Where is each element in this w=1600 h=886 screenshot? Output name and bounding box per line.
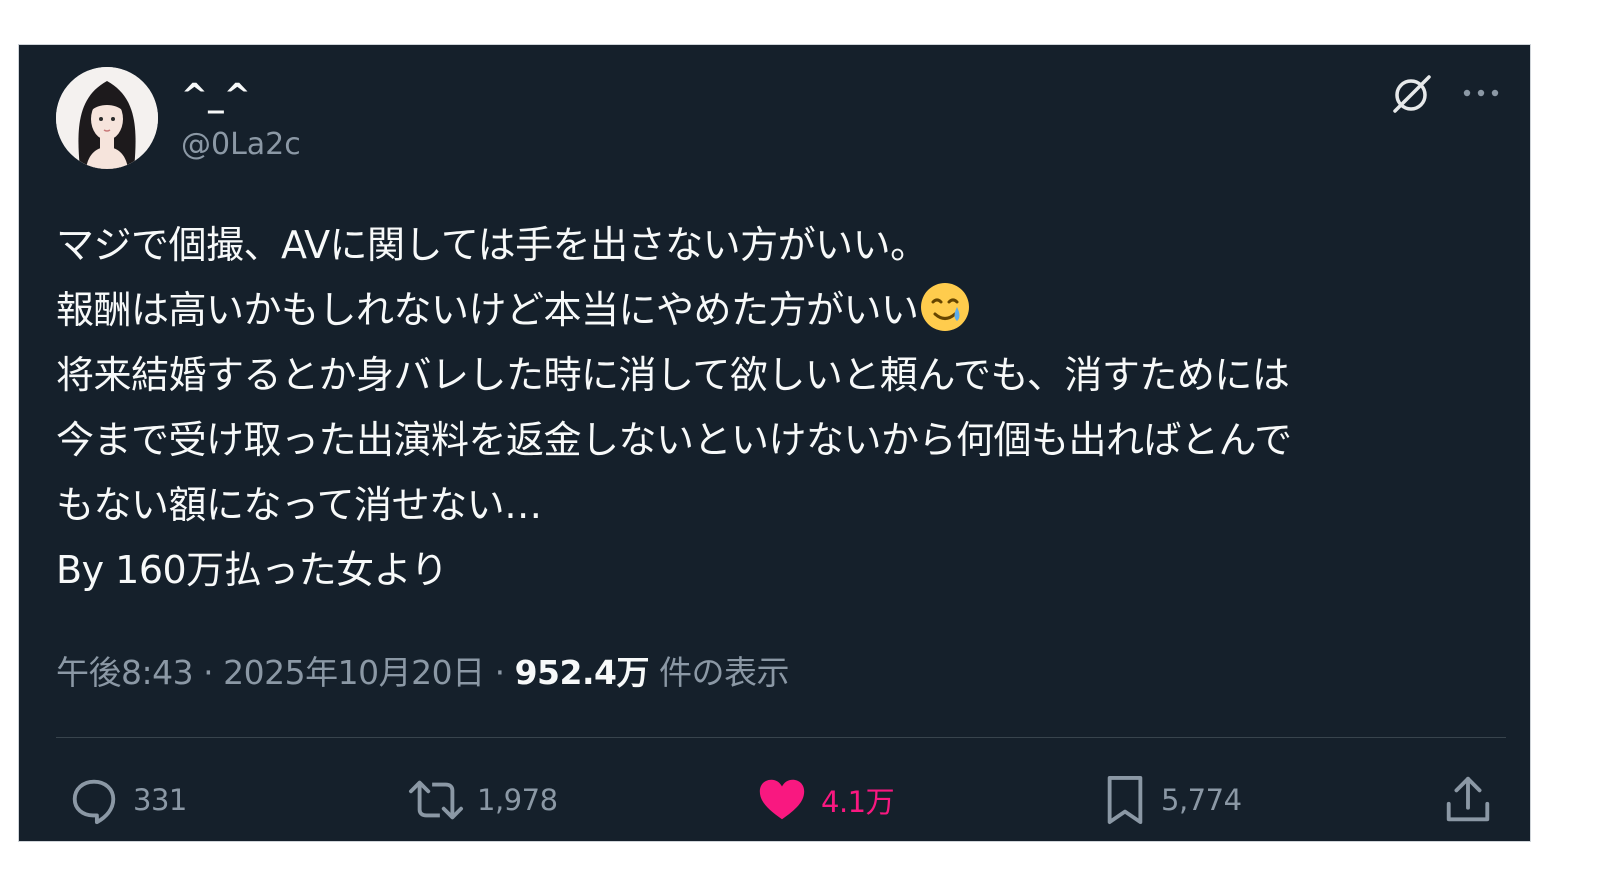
reply-icon	[72, 779, 116, 825]
post-time[interactable]: 午後8:43	[56, 653, 194, 692]
share-button[interactable]	[1441, 771, 1495, 829]
bookmark-icon	[1107, 776, 1143, 824]
meta-separator: ·	[203, 653, 214, 692]
more-icon[interactable]	[1459, 75, 1503, 111]
reply-button[interactable]: 331	[67, 771, 187, 829]
tweet-card: ^_^ @0La2c マジで個撮、AVに関しては手を出さない方がいい。 報酬は高…	[18, 44, 1531, 842]
tweet-text-line: 報酬は高いかもしれないけど本当にやめた方がいい	[56, 278, 1506, 343]
retweet-icon	[408, 780, 463, 820]
bookmark-count: 5,774	[1161, 783, 1242, 817]
reply-count: 331	[133, 783, 187, 817]
tweet-text: マジで個撮、AVに関しては手を出さない方がいい。 報酬は高いかもしれないけど本当…	[56, 213, 1506, 603]
meta-separator: ·	[494, 653, 506, 692]
retweet-count: 1,978	[477, 783, 558, 817]
tweet-meta: 午後8:43 · 2025年10月20日 · 952.4万 件の表示	[56, 645, 789, 701]
tweet-text-line: By 160万払った女より	[56, 548, 448, 592]
user-handle[interactable]: @0La2c	[181, 125, 301, 165]
tweet-text-line: 今まで受け取った出演料を返金しないといけないから何個も出ればとんで	[56, 418, 1292, 462]
divider	[56, 737, 1506, 738]
heart-icon	[759, 779, 805, 820]
grok-icon[interactable]	[1389, 71, 1435, 117]
retweet-button[interactable]: 1,978	[407, 771, 558, 829]
views-count: 952.4万	[514, 653, 650, 692]
share-icon	[1446, 776, 1490, 822]
views-label: 件の表示	[658, 653, 790, 692]
like-button[interactable]: 4.1万	[755, 771, 895, 829]
tweet-text-line: 将来結婚するとか身バレした時に消して欲しいと頼んでも、消すためには	[56, 353, 1290, 397]
tweet-text-segment: 報酬は高いかもしれないけど本当にやめた方がいい	[56, 288, 919, 332]
display-name[interactable]: ^_^	[181, 75, 251, 115]
crying-smile-emoji-icon	[919, 281, 971, 333]
tweet-text-line: もない額になって消せない…	[56, 483, 542, 527]
like-count: 4.1万	[821, 785, 895, 819]
tweet-text-line: マジで個撮、AVに関しては手を出さない方がいい。	[56, 223, 928, 267]
bookmark-button[interactable]: 5,774	[1101, 771, 1242, 829]
post-date[interactable]: 2025年10月20日	[223, 653, 485, 692]
avatar[interactable]	[56, 67, 158, 169]
